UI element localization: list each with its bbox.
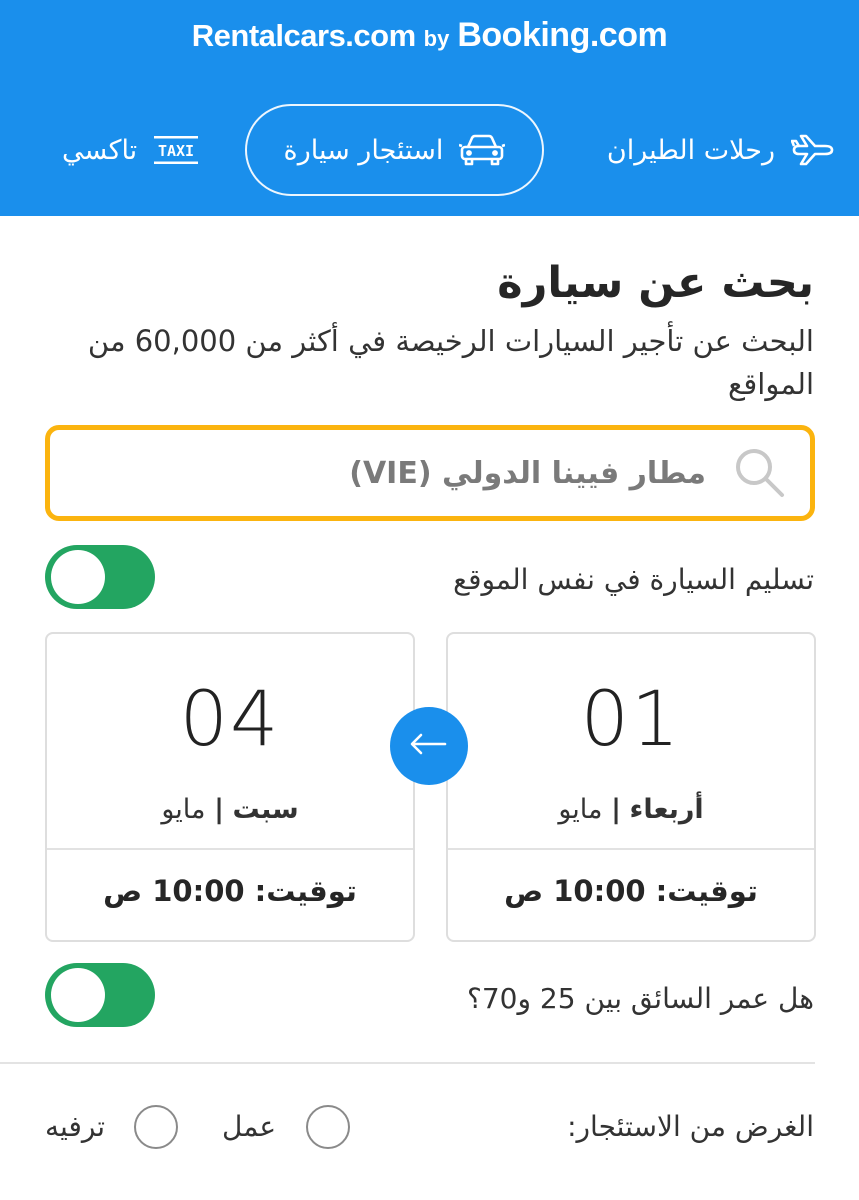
car-icon — [459, 133, 506, 167]
card-divider — [47, 848, 413, 850]
search-icon — [732, 445, 788, 501]
dropoff-date-card[interactable]: 04 سبت | مايو توقيت: 10:00 ص — [45, 632, 415, 942]
brand-booking: Booking.com — [457, 16, 668, 54]
pickup-weekday-month: أربعاء | مايو — [448, 794, 814, 825]
dropoff-day: 04 — [179, 674, 281, 763]
driver-age-toggle[interactable] — [45, 963, 155, 1027]
page-subtitle: البحث عن تأجير السيارات الرخيصة في أكثر … — [87, 324, 814, 401]
rental-purpose-label: الغرض من الاستئجار: — [567, 1110, 814, 1143]
arrow-left-icon — [409, 732, 449, 760]
dropoff-weekday: سبت — [232, 794, 299, 825]
purpose-leisure-label[interactable]: ترفيه — [45, 1110, 105, 1143]
brand-rentalcars: Rentalcars.com — [191, 18, 416, 53]
pickup-weekday: أربعاء — [629, 794, 704, 825]
brand-by: by — [423, 26, 450, 51]
section-divider — [0, 1062, 815, 1064]
same-location-toggle[interactable] — [45, 545, 155, 609]
card-divider — [448, 848, 814, 850]
taxi-icon: TAXI — [153, 135, 199, 165]
brand-logo: Rentalcars.com by Booking.com — [0, 16, 859, 55]
driver-age-label: هل عمر السائق بين 25 و70؟ — [466, 982, 814, 1015]
app-header: Rentalcars.com by Booking.com تاكسي TAXI ا… — [0, 0, 859, 216]
pickup-separator: | — [611, 794, 621, 825]
purpose-business-radio[interactable] — [306, 1105, 350, 1149]
taxi-icon-text: TAXI — [158, 142, 194, 160]
nav-flights-label: رحلات الطيران — [606, 134, 775, 166]
nav-flights[interactable]: رحلات الطيران — [585, 104, 835, 196]
dropoff-weekday-month: سبت | مايو — [47, 794, 413, 825]
date-arrow-button[interactable] — [390, 707, 468, 785]
same-location-label: تسليم السيارة في نفس الموقع — [453, 563, 814, 596]
nav-car-label: استئجار سيارة — [283, 134, 444, 166]
pickup-month: مايو — [558, 794, 603, 825]
pickup-date-card[interactable]: 01 أربعاء | مايو توقيت: 10:00 ص — [446, 632, 816, 942]
location-value: مطار فيينا الدولي (VIE) — [349, 455, 706, 491]
nav-taxi-label: تاكسي — [62, 134, 138, 166]
nav-taxi[interactable]: تاكسي TAXI — [62, 104, 212, 196]
toggle-knob — [51, 968, 105, 1022]
pickup-day: 01 — [580, 674, 682, 763]
purpose-business-label[interactable]: عمل — [222, 1110, 276, 1143]
page-title: بحث عن سيارة — [497, 258, 814, 308]
dropoff-separator: | — [214, 794, 224, 825]
plane-icon — [791, 133, 835, 167]
dropoff-month: مايو — [161, 794, 206, 825]
location-search-input[interactable]: مطار فيينا الدولي (VIE) — [45, 425, 815, 521]
nav-car-rental[interactable]: استئجار سيارة — [245, 104, 544, 196]
purpose-leisure-radio[interactable] — [134, 1105, 178, 1149]
dropoff-time[interactable]: توقيت: 10:00 ص — [47, 874, 413, 908]
toggle-knob — [51, 550, 105, 604]
pickup-time[interactable]: توقيت: 10:00 ص — [448, 874, 814, 908]
